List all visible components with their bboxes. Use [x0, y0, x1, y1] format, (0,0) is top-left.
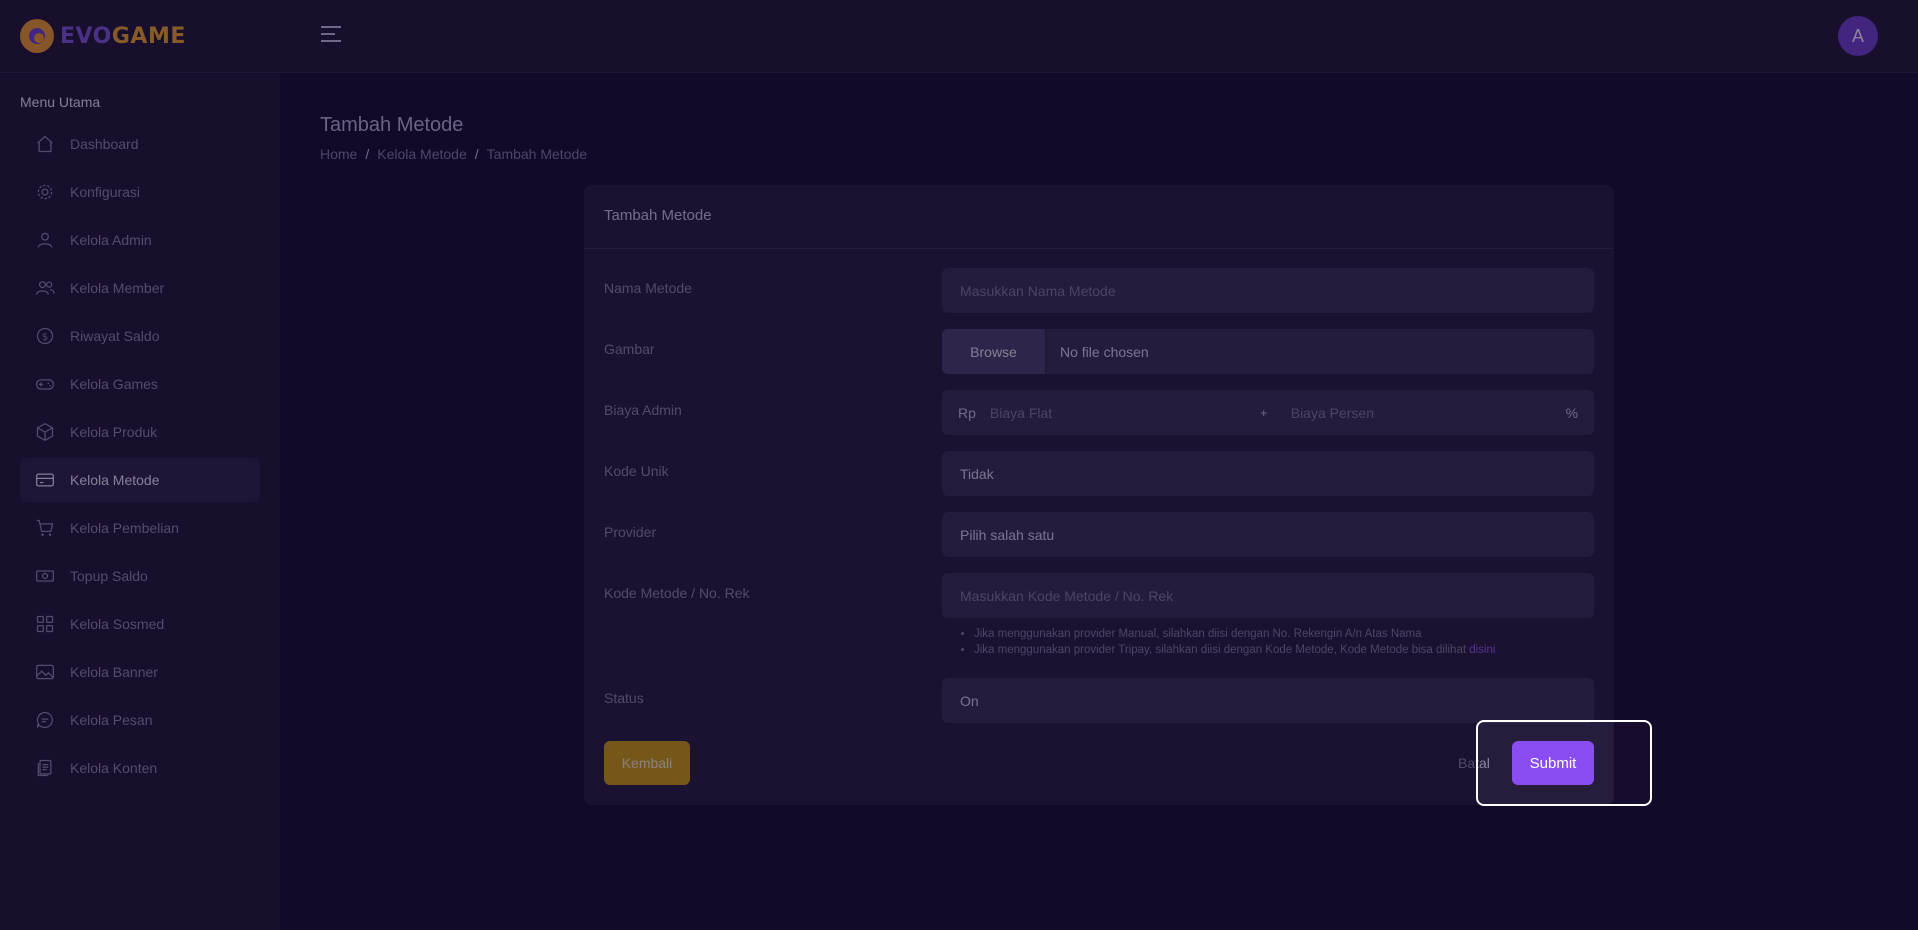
- sidebar-item-label: Dashboard: [70, 136, 139, 152]
- sidebar-item-kelola-sosmed[interactable]: Kelola Sosmed: [20, 602, 260, 646]
- breadcrumb: Home / Kelola Metode / Tambah Metode: [320, 146, 587, 162]
- sidebar-menu: Dashboard Konfigurasi Kelola Admin Kelola M…: [20, 122, 260, 794]
- plus-sign: +: [1260, 405, 1268, 420]
- credit-card-icon: [34, 469, 56, 491]
- status-select[interactable]: On: [942, 678, 1594, 723]
- nama-metode-input[interactable]: Masukkan Nama Metode: [942, 268, 1594, 313]
- menu-toggle-icon[interactable]: [321, 26, 341, 46]
- files-icon: [34, 757, 56, 779]
- sidebar-item-label: Kelola Konten: [70, 760, 158, 776]
- sidebar-item-label: Kelola Pesan: [70, 712, 153, 728]
- label-biaya-admin: Biaya Admin: [604, 402, 682, 418]
- label-kode-metode: Kode Metode / No. Rek: [604, 585, 750, 601]
- page-title: Tambah Metode: [320, 114, 464, 136]
- breadcrumb-separator: /: [474, 146, 479, 162]
- sidebar-item-label: Kelola Sosmed: [70, 616, 165, 632]
- sidebar-item-kelola-pesan[interactable]: Kelola Pesan: [20, 698, 260, 742]
- sidebar-item-label: Riwayat Saldo: [70, 328, 160, 344]
- kode-metode-hints: Jika menggunakan provider Manual, silahk…: [942, 628, 1594, 660]
- sidebar-item-label: Kelola Metode: [70, 472, 160, 488]
- sidebar-item-label: Kelola Banner: [70, 664, 158, 680]
- gamepad-icon: [34, 373, 56, 395]
- logo-text-evo: EVO: [60, 23, 112, 49]
- chat-icon: [34, 709, 56, 731]
- biaya-admin-group: Rp Biaya Flat + Biaya Persen %: [942, 390, 1594, 435]
- breadcrumb-separator: /: [365, 146, 370, 162]
- sidebar-item-kelola-admin[interactable]: Kelola Admin: [20, 218, 260, 262]
- sidebar-title: Menu Utama: [20, 94, 101, 110]
- file-name: No file chosen: [1060, 343, 1149, 360]
- card-title: Tambah Metode: [584, 185, 1614, 249]
- hint-tripay-text: Jika menggunakan provider Tripay, silahk…: [974, 644, 1470, 656]
- label-provider: Provider: [604, 524, 657, 540]
- biaya-flat-input[interactable]: Biaya Flat: [990, 405, 1249, 421]
- kode-metode-placeholder: Masukkan Kode Metode / No. Rek: [960, 587, 1174, 604]
- sidebar-item-konfigurasi[interactable]: Konfigurasi: [20, 170, 260, 214]
- browse-button[interactable]: Browse: [942, 329, 1046, 374]
- user-icon: [34, 229, 56, 251]
- grid-icon: [34, 613, 56, 635]
- form-card: Tambah Metode Nama Metode Masukkan Nama …: [584, 185, 1614, 805]
- dollar-circle-icon: $: [34, 325, 56, 347]
- sidebar-item-kelola-produk[interactable]: Kelola Produk: [20, 410, 260, 454]
- hint-manual: Jika menggunakan provider Manual, silahk…: [974, 628, 1594, 640]
- kode-metode-input[interactable]: Masukkan Kode Metode / No. Rek: [942, 573, 1594, 618]
- sidebar: Menu Utama Dashboard Konfigurasi Kelola Ad…: [0, 74, 280, 930]
- image-icon: [34, 661, 56, 683]
- gambar-file-input[interactable]: Browse No file chosen: [942, 329, 1594, 374]
- money-icon: [34, 565, 56, 587]
- logo-text-game: GAME: [111, 23, 186, 49]
- nama-metode-placeholder: Masukkan Nama Metode: [960, 282, 1116, 299]
- sidebar-item-label: Kelola Admin: [70, 232, 152, 248]
- hint-disini-link[interactable]: disini: [1469, 644, 1495, 656]
- sidebar-item-kelola-member[interactable]: Kelola Member: [20, 266, 260, 310]
- cancel-button[interactable]: Batal: [1458, 755, 1490, 771]
- currency-prefix: Rp: [958, 404, 976, 421]
- sidebar-item-label: Kelola Games: [70, 376, 158, 392]
- label-nama-metode: Nama Metode: [604, 280, 692, 296]
- breadcrumb-current: Tambah Metode: [486, 146, 588, 162]
- sidebar-item-label: Konfigurasi: [70, 184, 141, 200]
- box-icon: [34, 421, 56, 443]
- back-button[interactable]: Kembali: [604, 741, 690, 785]
- cart-icon: [34, 517, 56, 539]
- sidebar-item-label: Kelola Member: [70, 280, 165, 296]
- breadcrumb-kelola-metode[interactable]: Kelola Metode: [377, 146, 467, 162]
- sidebar-item-topup-saldo[interactable]: Topup Saldo: [20, 554, 260, 598]
- kode-unik-select[interactable]: Tidak: [942, 451, 1594, 496]
- percent-suffix: %: [1565, 404, 1579, 421]
- gear-icon: [34, 181, 56, 203]
- sidebar-item-label: Topup Saldo: [70, 568, 148, 584]
- logo-icon: [20, 19, 54, 53]
- avatar[interactable]: A: [1838, 16, 1878, 56]
- sidebar-item-kelola-konten[interactable]: Kelola Konten: [20, 746, 260, 790]
- submit-button[interactable]: Submit: [1512, 741, 1594, 785]
- sidebar-item-label: Kelola Produk: [70, 424, 158, 440]
- sidebar-item-dashboard[interactable]: Dashboard: [20, 122, 260, 166]
- svg-text:$: $: [42, 332, 48, 343]
- hint-tripay: Jika menggunakan provider Tripay, silahk…: [974, 644, 1594, 656]
- label-gambar: Gambar: [604, 341, 655, 357]
- users-icon: [34, 277, 56, 299]
- sidebar-item-kelola-games[interactable]: Kelola Games: [20, 362, 260, 406]
- sidebar-item-kelola-banner[interactable]: Kelola Banner: [20, 650, 260, 694]
- provider-select[interactable]: Pilih salah satu: [942, 512, 1594, 557]
- sidebar-item-riwayat-saldo[interactable]: $ Riwayat Saldo: [20, 314, 260, 358]
- sidebar-item-kelola-pembelian[interactable]: Kelola Pembelian: [20, 506, 260, 550]
- label-status: Status: [604, 690, 644, 706]
- logo-text: EVOGAME: [60, 24, 186, 49]
- logo[interactable]: EVOGAME: [20, 18, 186, 54]
- breadcrumb-home[interactable]: Home: [320, 146, 357, 162]
- label-kode-unik: Kode Unik: [604, 463, 669, 479]
- home-icon: [34, 133, 56, 155]
- top-navbar: EVOGAME A: [0, 0, 1918, 73]
- sidebar-item-kelola-metode[interactable]: Kelola Metode: [20, 458, 260, 502]
- biaya-persen-input[interactable]: Biaya Persen: [1279, 405, 1550, 421]
- sidebar-item-label: Kelola Pembelian: [70, 520, 179, 536]
